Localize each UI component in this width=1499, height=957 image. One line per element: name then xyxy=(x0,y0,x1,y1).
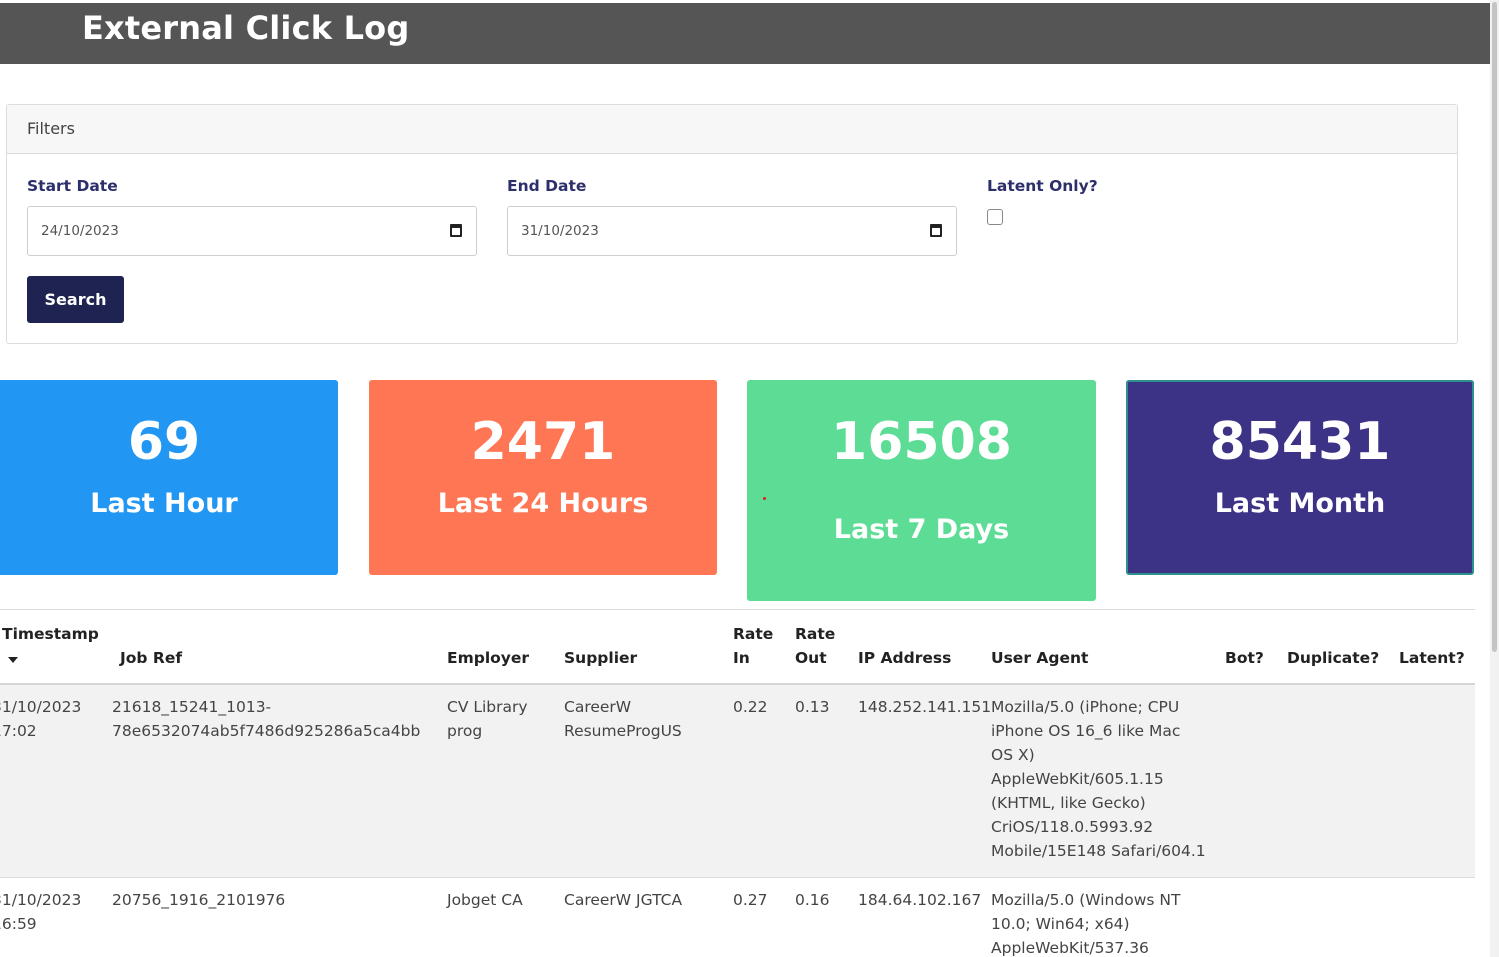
stat-card-last-24-hours: 2471 Last 24 Hours xyxy=(369,380,717,575)
cell-ip-address: 184.64.102.167 xyxy=(858,891,982,909)
cell-line: CareerW xyxy=(564,698,632,716)
cell-user-agent: Mozilla/5.0 (Windows NT 10.0; Win64; x64… xyxy=(991,888,1180,957)
stat-value: 2471 xyxy=(470,412,616,472)
cell-line: 31/10/2023 xyxy=(0,891,82,909)
cell-line: OS X) xyxy=(991,746,1035,764)
cell-line: CriOS/118.0.5993.92 xyxy=(991,818,1154,836)
column-label: In xyxy=(733,649,750,667)
column-label: Out xyxy=(795,649,827,667)
cell-line: 16:59 xyxy=(0,915,37,933)
end-date-label: End Date xyxy=(507,177,587,195)
page-header: External Click Log xyxy=(0,0,1490,64)
stat-value: 85431 xyxy=(1209,412,1391,472)
column-label: Timestamp xyxy=(2,625,99,643)
cell-timestamp: 31/10/2023 17:02 xyxy=(0,695,81,743)
stat-label: Last 24 Hours xyxy=(437,488,649,519)
filters-card: Filters Start Date 24/10/2023 End Date 3… xyxy=(6,104,1458,344)
cell-line: 31/10/2023 xyxy=(0,698,82,716)
end-date-value: 31/10/2023 xyxy=(521,223,599,239)
stat-card-last-hour: 69 Last Hour xyxy=(0,380,338,575)
start-date-label: Start Date xyxy=(27,177,118,195)
table-row[interactable]: 31/10/2023 17:02 21618_15241_1013- 78e65… xyxy=(0,685,1475,878)
start-date-value: 24/10/2023 xyxy=(41,223,119,239)
red-dot-mark xyxy=(763,497,766,500)
cell-line: 17:02 xyxy=(0,722,37,740)
cell-line: CV Library xyxy=(447,698,528,716)
latent-only-checkbox[interactable] xyxy=(987,209,1003,225)
column-header-timestamp[interactable]: Timestamp xyxy=(2,622,99,670)
cell-line: ResumeProgUS xyxy=(564,722,682,740)
cell-line: 78e6532074ab5f7486d925286a5ca4bb xyxy=(112,722,421,740)
cell-line: Mozilla/5.0 (Windows NT xyxy=(991,891,1181,909)
cell-employer: CV Library prog xyxy=(447,695,528,743)
column-header-employer[interactable]: Employer xyxy=(447,646,529,670)
cell-rate-out: 0.13 xyxy=(795,698,830,716)
cell-rate-in: 0.22 xyxy=(733,698,768,716)
cell-rate-out: 0.16 xyxy=(795,891,830,909)
cell-line: 21618_15241_1013- xyxy=(112,698,272,716)
column-header-duplicate[interactable]: Duplicate? xyxy=(1287,646,1379,670)
stat-label: Last Hour xyxy=(90,488,238,519)
column-header-supplier[interactable]: Supplier xyxy=(564,646,637,670)
page-title: External Click Log xyxy=(82,9,410,47)
cell-rate-in: 0.27 xyxy=(733,891,768,909)
start-date-input[interactable]: 24/10/2023 xyxy=(27,206,477,256)
column-header-latent[interactable]: Latent? xyxy=(1399,646,1465,670)
stat-card-last-month: 85431 Last Month xyxy=(1126,380,1474,575)
calendar-icon[interactable] xyxy=(450,224,462,237)
cell-ip-address: 148.252.141.151 xyxy=(858,698,992,716)
cell-line: AppleWebKit/605.1.15 xyxy=(991,770,1164,788)
stat-label: Last 7 Days xyxy=(833,514,1010,545)
column-header-job-ref[interactable]: Job Ref xyxy=(120,646,182,670)
click-log-table: Timestamp Job Ref Employer Supplier Rate… xyxy=(0,609,1475,957)
cell-user-agent: Mozilla/5.0 (iPhone; CPU iPhone OS 16_6 … xyxy=(991,695,1206,863)
column-header-ip-address[interactable]: IP Address xyxy=(858,646,951,670)
column-label: Rate xyxy=(795,625,836,643)
page: External Click Log Filters Start Date 24… xyxy=(0,0,1499,957)
table-row[interactable]: 31/10/2023 16:59 20756_1916_2101976 Jobg… xyxy=(0,878,1475,957)
stat-card-last-7-days: 16508 Last 7 Days xyxy=(747,380,1096,601)
search-button[interactable]: Search xyxy=(27,276,124,323)
column-header-user-agent[interactable]: User Agent xyxy=(991,646,1088,670)
scrollbar-thumb[interactable] xyxy=(1492,2,1497,652)
cell-line: AppleWebKit/537.36 xyxy=(991,939,1149,957)
column-header-rate-out[interactable]: Rate Out xyxy=(795,622,835,670)
calendar-icon[interactable] xyxy=(930,224,942,237)
cell-line: iPhone OS 16_6 like Mac xyxy=(991,722,1181,740)
vertical-scrollbar[interactable] xyxy=(1490,0,1499,957)
end-date-input[interactable]: 31/10/2023 xyxy=(507,206,957,256)
cell-line: (KHTML, like Gecko) xyxy=(991,794,1146,812)
cell-line: prog xyxy=(447,722,483,740)
stat-value: 69 xyxy=(127,412,201,472)
cell-timestamp: 31/10/2023 16:59 xyxy=(0,888,81,936)
stat-label: Last Month xyxy=(1214,488,1386,519)
cell-supplier: CareerW JGTCA xyxy=(564,891,683,909)
cell-supplier: CareerW ResumeProgUS xyxy=(564,695,682,743)
cell-line: Mobile/15E148 Safari/604.1 xyxy=(991,842,1206,860)
column-label: Rate xyxy=(733,625,774,643)
stat-value: 16508 xyxy=(831,412,1012,472)
cell-line: 10.0; Win64; x64) xyxy=(991,915,1130,933)
latent-only-label: Latent Only? xyxy=(987,177,1098,195)
cell-line: Mozilla/5.0 (iPhone; CPU xyxy=(991,698,1180,716)
column-header-bot[interactable]: Bot? xyxy=(1225,646,1264,670)
cell-employer: Jobget CA xyxy=(447,891,523,909)
sort-descending-icon[interactable] xyxy=(8,657,18,663)
cell-job-ref: 21618_15241_1013- 78e6532074ab5f7486d925… xyxy=(112,695,420,743)
column-header-rate-in[interactable]: Rate In xyxy=(733,622,773,670)
filters-heading: Filters xyxy=(7,105,1457,154)
cell-job-ref: 20756_1916_2101976 xyxy=(112,891,286,909)
